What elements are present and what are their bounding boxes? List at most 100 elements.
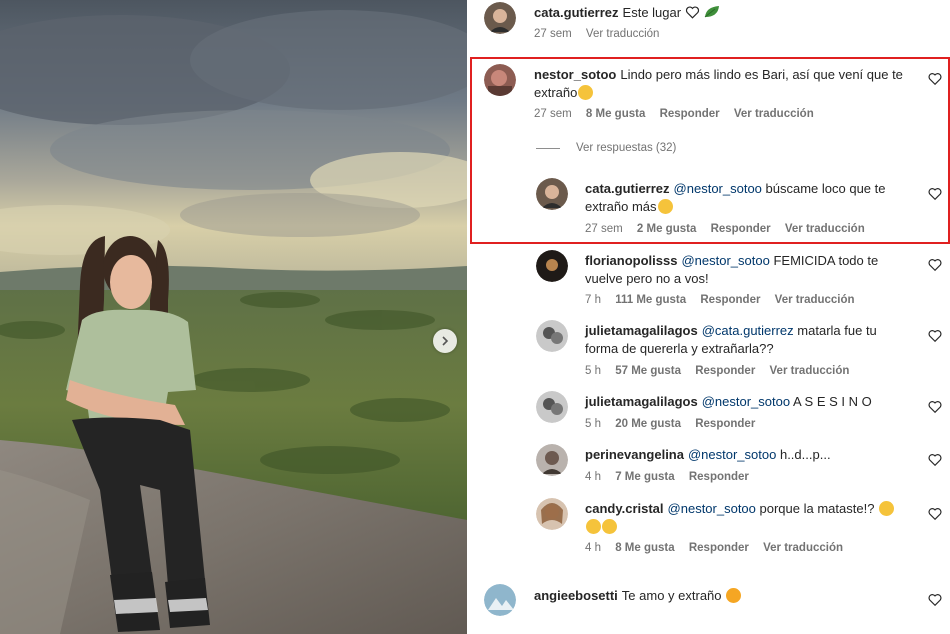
sad-face-emoji-icon [578,85,594,100]
avatar[interactable] [536,498,568,530]
reply-button[interactable]: Responder [689,542,749,554]
comment-username[interactable]: cata.gutierrez [534,5,619,20]
reply-button[interactable]: Responder [711,223,771,235]
view-replies-label: Ver respuestas (32) [576,142,677,154]
comment-meta: 5 h 20 Me gusta Responder [585,418,766,430]
replies-divider [536,147,560,149]
mention-link[interactable]: @nestor_sotoo [674,181,762,196]
comment-meta: 4 h 8 Me gusta Responder Ver traducción [585,542,854,554]
comment-text: perinevangelina @nestor_sotoo h..d...p... [585,446,915,464]
comment-body: forma de quererla y extrañarla?? [585,341,774,356]
avatar[interactable] [484,584,516,616]
reply-button[interactable]: Responder [700,294,760,306]
likes-count[interactable]: 20 Me gusta [615,418,681,430]
comment-meta: 27 sem 2 Me gusta Responder Ver traducci… [585,223,876,235]
comment-time: 27 sem [585,223,623,235]
comment-username[interactable]: julietamagalilagos [585,323,698,338]
avatar[interactable] [536,320,568,352]
likes-count[interactable]: 57 Me gusta [615,365,681,377]
reply-button[interactable]: Responder [695,418,755,430]
avatar[interactable] [536,444,568,476]
like-heart-icon[interactable] [928,258,942,272]
comment-username[interactable]: candy.cristal [585,501,664,516]
landscape-image [0,0,467,634]
crying-face-emoji-icon [602,519,617,534]
comment-time: 7 h [585,294,601,306]
comment-body: búscame loco que te [765,181,886,196]
comment-text: nestor_sotoo Lindo pero más lindo es Bari… [534,66,914,102]
post-photo [0,0,467,634]
heart-eyes-emoji-icon [726,588,742,603]
like-heart-icon[interactable] [928,400,942,414]
mention-link[interactable]: @nestor_sotoo [681,253,769,268]
crying-face-emoji-icon [879,501,895,516]
comment-username[interactable]: angieebosetti [534,588,618,603]
translate-link[interactable]: Ver traducción [586,28,660,40]
likes-count[interactable]: 111 Me gusta [615,294,686,306]
mention-link[interactable]: @nestor_sotoo [668,501,756,516]
comment-body: Te amo y extraño [621,588,722,603]
comment-meta: 5 h 57 Me gusta Responder Ver traducción [585,365,860,377]
like-heart-icon[interactable] [928,507,942,521]
comment-body: extraño [534,85,578,100]
mention-link[interactable]: @cata.gutierrez [702,323,794,338]
comment-time: 5 h [585,418,601,430]
comment-meta: 7 h 111 Me gusta Responder Ver traducció… [585,294,866,306]
comment-username[interactable]: florianopolisss [585,253,677,268]
white-heart-emoji-icon [685,6,699,19]
comment-username[interactable]: cata.gutierrez [585,181,670,196]
comment-username[interactable]: nestor_sotoo [534,67,616,82]
comment-time: 4 h [585,471,601,483]
comment-text: florianopolisss @nestor_sotoo FEMICIDA to… [585,252,915,288]
post-actions-bar [934,620,950,634]
comment-body: porque la mataste!? [759,501,875,516]
reply-button[interactable]: Responder [695,365,755,377]
translate-link[interactable]: Ver traducción [775,294,855,306]
mention-link[interactable]: @nestor_sotoo [702,394,790,409]
comment-body: Este lugar [622,5,682,20]
avatar[interactable] [536,391,568,423]
comment-meta: 27 sem Ver traducción [534,28,670,40]
avatar[interactable] [484,64,516,96]
like-heart-icon[interactable] [928,453,942,467]
carousel-next-button[interactable] [433,329,457,353]
likes-count[interactable]: 8 Me gusta [615,542,674,554]
like-heart-icon[interactable] [928,187,942,201]
mention-link[interactable]: @nestor_sotoo [688,447,776,462]
comment-body: vuelve pero no a vos! [585,271,709,286]
comment-time: 27 sem [534,108,572,120]
comment-text: cata.gutierrez Este lugar [534,4,914,22]
like-heart-icon[interactable] [928,329,942,343]
comment-body: extraño más [585,199,657,214]
likes-count[interactable]: 7 Me gusta [615,471,674,483]
leaf-emoji-icon [705,6,720,18]
comment-time: 5 h [585,365,601,377]
translate-link[interactable]: Ver traducción [763,542,843,554]
crying-face-emoji-icon [657,199,673,214]
avatar[interactable] [484,2,516,34]
comment-body: A S E S I N O [792,394,872,409]
view-replies-toggle[interactable]: Ver respuestas (32) [536,142,676,154]
comment-username[interactable]: perinevangelina [585,447,684,462]
translate-link[interactable]: Ver traducción [770,365,850,377]
likes-count[interactable]: 8 Me gusta [586,108,645,120]
comment-username[interactable]: julietamagalilagos [585,394,698,409]
comment-meta: 4 h 7 Me gusta Responder [585,471,760,483]
reply-button[interactable]: Responder [660,108,720,120]
likes-count[interactable]: 2 Me gusta [637,223,696,235]
comment-body: matarla fue tu [797,323,877,338]
translate-link[interactable]: Ver traducción [785,223,865,235]
comment-time: 4 h [585,542,601,554]
like-heart-icon[interactable] [928,593,942,607]
like-heart-icon[interactable] [928,72,942,86]
translate-link[interactable]: Ver traducción [734,108,814,120]
chevron-right-icon [442,336,449,346]
comment-text: julietamagalilagos @nestor_sotoo A S E S … [585,393,915,411]
comment-text: candy.cristal @nestor_sotoo porque la mat… [585,500,915,536]
reply-button[interactable]: Responder [689,471,749,483]
comment-text: cata.gutierrez @nestor_sotoo búscame loco… [585,180,915,216]
avatar[interactable] [536,250,568,282]
comment-time: 27 sem [534,28,572,40]
avatar[interactable] [536,178,568,210]
comment-text: julietamagalilagos @cata.gutierrez matarl… [585,322,915,358]
